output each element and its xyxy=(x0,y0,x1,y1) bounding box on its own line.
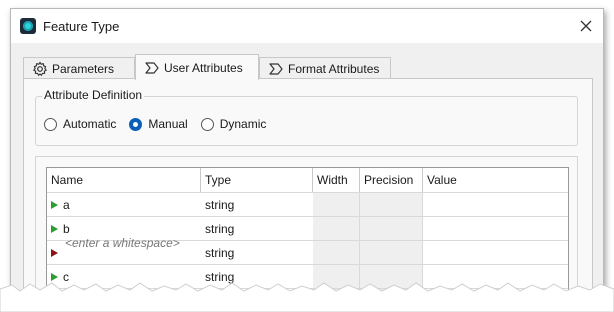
status-arrow-icon xyxy=(51,224,58,233)
close-button[interactable] xyxy=(575,15,597,37)
gear-icon xyxy=(32,61,48,76)
tab-label: Parameters xyxy=(52,61,115,76)
table-row[interactable]: a string xyxy=(47,192,568,216)
feature-type-dialog: Feature Type Parameters User Attributes xyxy=(10,8,604,308)
radio-indicator xyxy=(44,117,57,131)
value-cell[interactable] xyxy=(423,193,570,216)
tab-label: Format Attributes xyxy=(288,61,380,76)
radio-indicator xyxy=(129,117,143,131)
window-title: Feature Type xyxy=(43,19,120,34)
attribute-name: b xyxy=(63,221,70,236)
title-bar: Feature Type xyxy=(11,9,603,43)
type-cell[interactable]: string xyxy=(201,217,313,240)
precision-cell xyxy=(360,193,423,216)
width-cell xyxy=(313,241,360,264)
app-icon xyxy=(20,18,36,34)
tab-user-attributes[interactable]: User Attributes xyxy=(135,54,259,80)
width-cell xyxy=(313,217,360,240)
user-attributes-panel: Attribute Definition Automatic Manual Dy… xyxy=(23,78,593,307)
definition-radio-group: Automatic Manual Dynamic xyxy=(44,117,279,131)
radio-indicator xyxy=(200,117,214,131)
radio-manual[interactable]: Manual xyxy=(129,117,188,131)
table-row[interactable]: <enter a whitespace> string xyxy=(47,236,570,264)
column-header-name[interactable]: Name xyxy=(47,168,201,192)
column-header-precision[interactable]: Precision xyxy=(360,168,423,192)
name-placeholder: <enter a whitespace> xyxy=(65,236,180,250)
torn-edge-decoration xyxy=(0,282,614,312)
group-label: Attribute Definition xyxy=(42,88,145,102)
type-cell[interactable]: string xyxy=(201,193,313,216)
type-cell[interactable]: string xyxy=(201,241,313,264)
precision-cell xyxy=(360,241,423,264)
status-arrow-icon xyxy=(51,200,58,209)
attribute-name: a xyxy=(63,197,70,212)
column-header-width[interactable]: Width xyxy=(313,168,360,192)
attribute-definition-group: Attribute Definition Automatic Manual Dy… xyxy=(35,88,578,146)
status-arrow-icon xyxy=(51,248,58,257)
value-cell[interactable] xyxy=(423,217,570,240)
status-arrow-icon xyxy=(51,272,58,281)
tab-parameters[interactable]: Parameters xyxy=(23,57,135,79)
column-header-value[interactable]: Value xyxy=(423,168,570,192)
sigma-icon xyxy=(269,62,283,75)
tab-format-attributes[interactable]: Format Attributes xyxy=(259,57,391,79)
tab-label: User Attributes xyxy=(164,60,243,75)
radio-label: Manual xyxy=(148,117,188,131)
value-cell[interactable] xyxy=(423,241,570,264)
column-header-type[interactable]: Type xyxy=(201,168,313,192)
width-cell xyxy=(313,193,360,216)
sigma-icon xyxy=(145,61,159,74)
radio-automatic[interactable]: Automatic xyxy=(44,117,116,131)
radio-dynamic[interactable]: Dynamic xyxy=(200,117,267,131)
radio-label: Dynamic xyxy=(219,117,267,131)
name-cell[interactable]: <enter a whitespace> xyxy=(47,236,201,264)
radio-label: Automatic xyxy=(63,117,117,131)
close-icon xyxy=(580,20,592,32)
precision-cell xyxy=(360,217,423,240)
name-cell[interactable]: a xyxy=(47,193,201,216)
